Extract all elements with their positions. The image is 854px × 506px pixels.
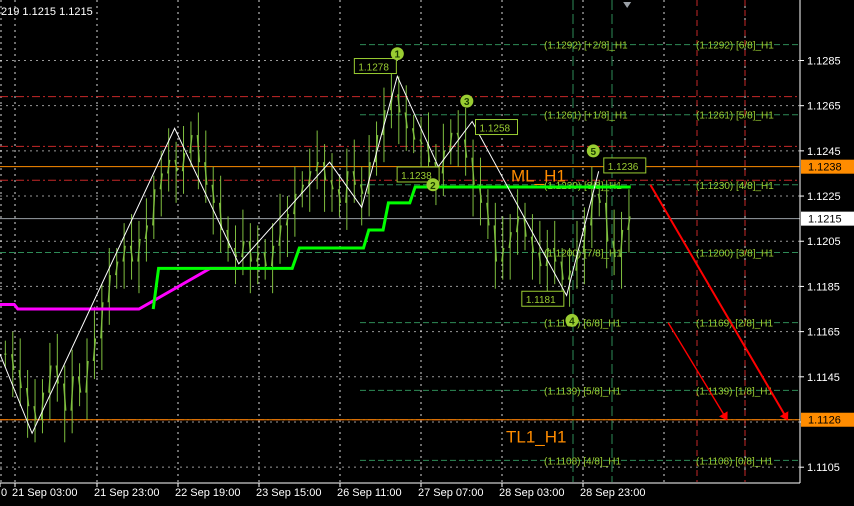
murrey-right-label: (1.1292) [6/8]_H1 [696, 41, 774, 52]
time-tick-label: 21 Sep 03:00 [12, 487, 77, 499]
price-tag-label: 1.1126 [808, 415, 841, 427]
wave-marker-label: 1 [395, 50, 401, 61]
price-tag-label: 1.1238 [808, 162, 842, 174]
price-point-label: 1.1181 [526, 295, 556, 306]
price-tick-label: 1.1285 [807, 55, 841, 67]
price-tick-label: 1.1225 [807, 191, 841, 203]
wave-marker-label: 4 [569, 316, 575, 327]
price-tick-label: 1.1185 [807, 281, 840, 293]
ml-label: ML_H1 [511, 167, 566, 186]
murrey-right-label: (1.1230) [4/8]_H1 [696, 181, 774, 192]
price-point-label: 1.1278 [358, 63, 389, 74]
header-info-text: 219 1.1215 1.1215 [1, 6, 93, 18]
murrey-left-label: (1.1169) [6/8]_H1 [544, 319, 622, 330]
time-tick-label: 28 Sep 23:00 [580, 487, 645, 499]
price-tick-label: 1.1165 [807, 327, 840, 339]
price-tick-label: 1.1265 [807, 101, 841, 113]
murrey-right-label: (1.1108) [0/8]_H1 [696, 456, 774, 467]
price-point-label: 1.1258 [480, 124, 511, 135]
time-tick-label: 0 [1, 487, 7, 499]
price-tick-label: 1.1145 [807, 372, 840, 384]
time-tick-label: 23 Sep 15:00 [256, 487, 321, 499]
murrey-left-label: (1.1261) [+1/8]_H1 [544, 111, 628, 122]
murrey-left-label: (1.1108) [4/8]_H1 [544, 456, 622, 467]
price-tick-label: 1.1205 [807, 236, 841, 248]
murrey-left-label: (1.1139) [5/8]_H1 [544, 386, 622, 397]
price-chart[interactable]: (1.1292) [+2/8]_H1 (1.1261) [+1/8]_H1 (1.1… [0, 0, 854, 506]
wave-marker-label: 3 [464, 97, 470, 108]
price-tick-label: 1.1245 [807, 146, 841, 158]
price-point-label: 1.1236 [608, 162, 639, 173]
time-tick-label: 22 Sep 19:00 [175, 487, 240, 499]
time-tick-label: 27 Sep 07:00 [418, 487, 483, 499]
time-tick-label: 28 Sep 03:00 [499, 487, 564, 499]
chart-svg[interactable]: (1.1292) [+2/8]_H1 (1.1261) [+1/8]_H1 (1.1… [0, 0, 854, 506]
time-tick-label: 26 Sep 11:00 [337, 487, 402, 499]
wave-marker-label: 2 [430, 181, 436, 192]
tl-label: TL1_H1 [506, 428, 566, 447]
murrey-right-label: (1.1200) [3/8]_H1 [696, 249, 774, 260]
murrey-right-label: (1.1261) [5/8]_H1 [696, 111, 774, 122]
price-point-label: 1.1238 [401, 171, 432, 182]
price-tick-label: 1.1105 [807, 462, 840, 474]
wave-marker-label: 5 [591, 147, 597, 158]
price-tag-label: 1.1215 [808, 214, 842, 226]
time-tick-label: 21 Sep 23:00 [94, 487, 159, 499]
murrey-left-label: (1.1292) [+2/8]_H1 [544, 41, 628, 52]
